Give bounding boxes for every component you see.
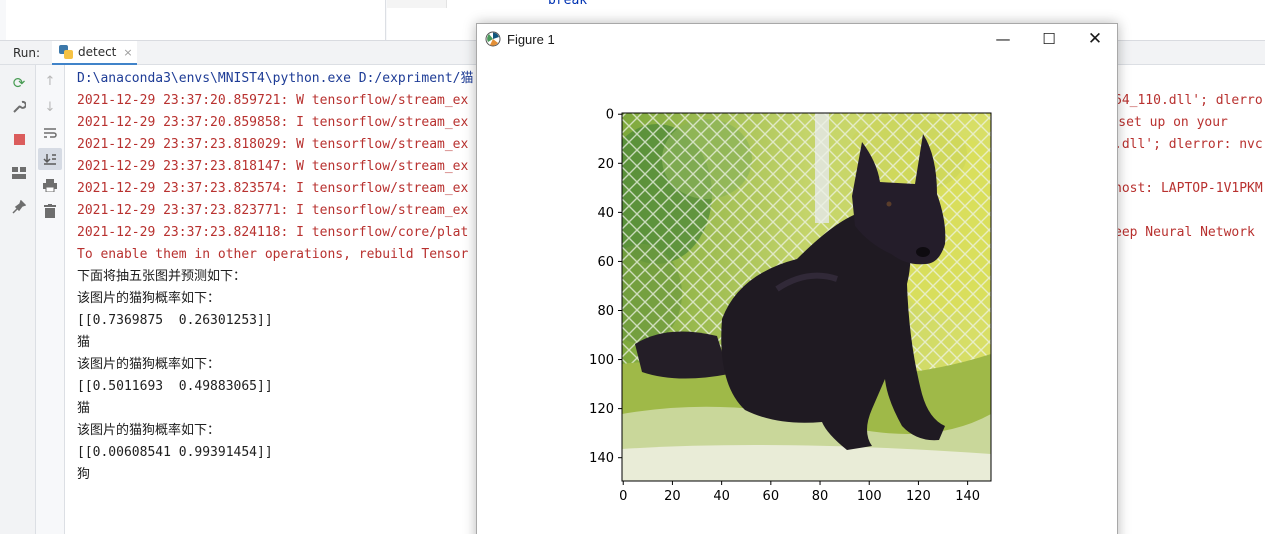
console-line: D:\anaconda3\envs\MNIST4\python.exe D:/e… [77, 71, 474, 86]
rerun-icon[interactable]: ⟳ [9, 73, 29, 93]
matplotlib-icon [485, 31, 501, 47]
console-line-fragment: 64_110.dll'; dlerro [1114, 93, 1263, 108]
x-tick-label: 0 [619, 489, 627, 504]
run-label: Run: [13, 46, 41, 60]
console-line: 2021-12-29 23:37:20.859721: W tensorflow… [77, 93, 469, 108]
dog-image [622, 113, 991, 481]
figure-title: Figure 1 [507, 32, 555, 47]
y-tick-label: 100 [589, 353, 614, 368]
console-line: 2021-12-29 23:37:23.823574: I tensorflow… [77, 181, 469, 196]
arrow-up-icon[interactable]: ↑ [40, 71, 60, 91]
console-line: 该图片的猫狗概率如下： [77, 423, 221, 438]
x-tick-label: 140 [955, 489, 980, 504]
print-icon[interactable] [40, 175, 60, 195]
y-tick-label: 40 [597, 206, 614, 221]
y-tick-label: 60 [597, 255, 614, 270]
console-line: To enable them in other operations, rebu… [77, 247, 469, 262]
editor-gutter [387, 0, 447, 8]
console-line-fragment: host: LAPTOP-1V1PKM [1114, 181, 1263, 196]
arrow-down-icon[interactable]: ↓ [40, 97, 60, 117]
y-tick-label: 140 [589, 451, 614, 466]
y-axis: 0 20 40 60 80 100 120 140 [589, 108, 622, 466]
console-line: 2021-12-29 23:37:23.824118: I tensorflow… [77, 225, 469, 240]
console-line: 2021-12-29 23:37:23.818029: W tensorflow… [77, 137, 469, 152]
x-tick-label: 100 [857, 489, 882, 504]
console-line: 该图片的猫狗概率如下： [77, 357, 221, 372]
y-tick-label: 20 [597, 157, 614, 172]
scroll-to-end-icon[interactable] [38, 148, 62, 170]
x-tick-label: 60 [763, 489, 780, 504]
console-line: 狗 [77, 467, 91, 482]
project-pane [6, 0, 386, 40]
console-line: 2021-12-29 23:37:20.859858: I tensorflow… [77, 115, 469, 130]
console-line: 2021-12-29 23:37:23.818147: W tensorflow… [77, 159, 469, 174]
x-tick-label: 120 [906, 489, 931, 504]
console-line: 下面将抽五张图并预测如下： [77, 269, 247, 284]
console-toolbar: ↑ ↓ [36, 65, 65, 534]
console-line: 2021-12-29 23:37:23.823771: I tensorflow… [77, 203, 469, 218]
soft-wrap-icon[interactable] [40, 123, 60, 143]
y-tick-label: 80 [597, 304, 614, 319]
console-line: [[0.00608541 0.99391454]] [77, 445, 273, 460]
console-line: [[0.5011693 0.49883065]] [77, 379, 273, 394]
wrench-icon[interactable] [9, 97, 29, 117]
y-tick-label: 0 [606, 108, 614, 123]
figure-canvas: 0 20 40 60 80 100 120 140 0 20 40 60 80 100 120 140 [589, 108, 992, 504]
x-tick-label: 40 [713, 489, 730, 504]
editor-code-line: break [548, 0, 588, 8]
x-axis: 0 20 40 60 80 100 120 140 [619, 481, 980, 504]
close-tab-icon[interactable]: × [123, 46, 132, 59]
run-toolbar: ⟳ [0, 65, 36, 534]
y-tick-label: 120 [589, 402, 614, 417]
console-line: 猫 [77, 335, 91, 350]
minimize-button[interactable]: — [980, 24, 1026, 54]
figure-titlebar[interactable]: Figure 1 — ☐ ✕ [477, 24, 1117, 54]
x-tick-label: 80 [812, 489, 829, 504]
maximize-button[interactable]: ☐ [1026, 24, 1072, 54]
run-tab-detect[interactable]: detect × [52, 41, 137, 65]
figure-window[interactable]: Figure 1 — ☐ ✕ 0 20 40 60 80 100 120 140… [476, 23, 1118, 534]
layout-icon[interactable] [9, 163, 29, 183]
run-tab-label: detect [78, 45, 117, 59]
console-line-fragment: eep Neural Network [1114, 225, 1255, 240]
console-line: [[0.7369875 0.26301253]] [77, 313, 273, 328]
console-line: 该图片的猫狗概率如下： [77, 291, 221, 306]
pin-icon[interactable] [9, 197, 29, 217]
stop-icon[interactable] [9, 129, 29, 149]
console-line-fragment: .dll'; dlerror: nvc [1114, 137, 1263, 152]
python-icon [58, 44, 74, 60]
close-button[interactable]: ✕ [1072, 24, 1118, 54]
trash-icon[interactable] [40, 201, 60, 221]
x-tick-label: 20 [664, 489, 681, 504]
console-line: 猫 [77, 401, 91, 416]
